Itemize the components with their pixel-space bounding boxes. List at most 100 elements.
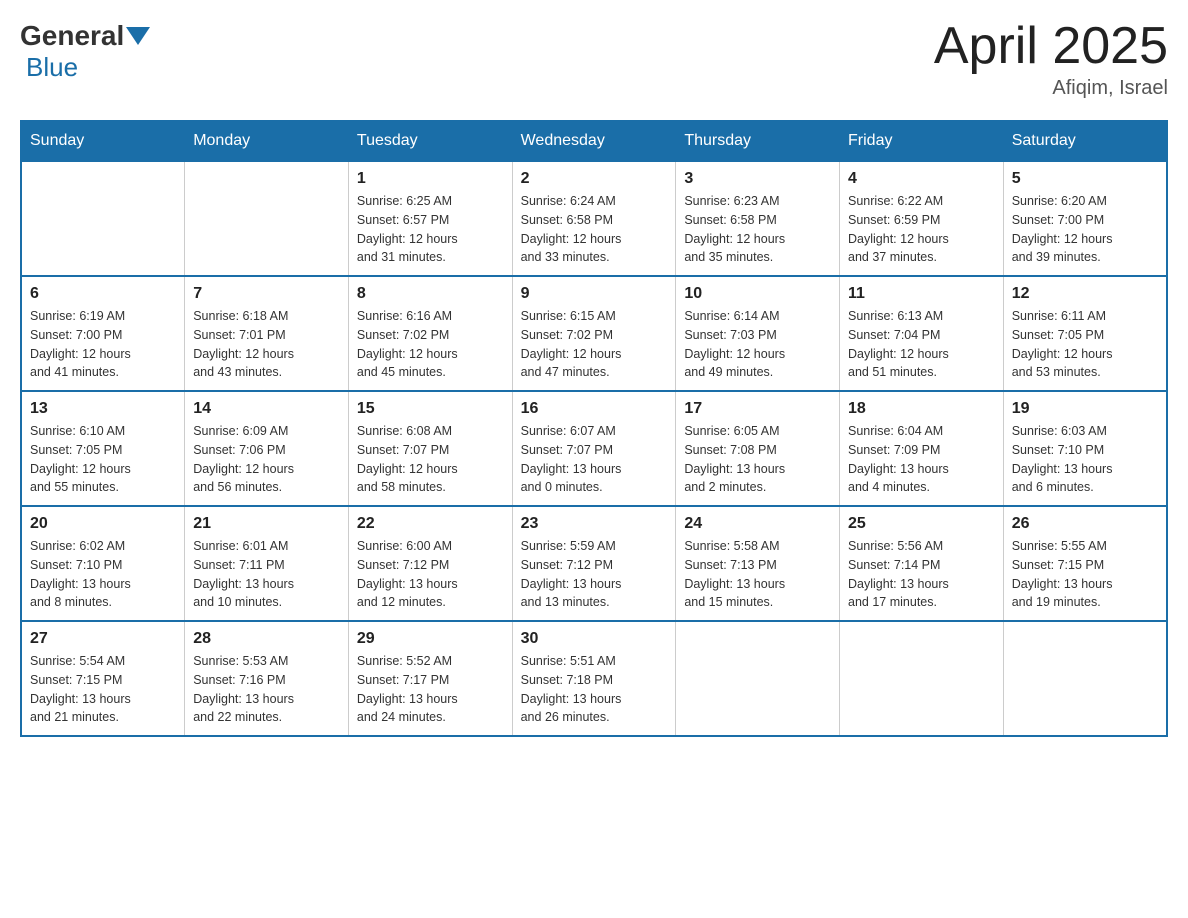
calendar-cell: 17 Sunrise: 6:05 AM Sunset: 7:08 PM Dayli… bbox=[676, 391, 840, 506]
weekday-header-thursday: Thursday bbox=[676, 121, 840, 161]
day-number: 5 bbox=[1012, 170, 1158, 188]
calendar-cell: 9Sunrise: 6:15 AM Sunset: 7:02 PM Daylig… bbox=[512, 276, 676, 391]
day-info: Sunrise: 6:20 AM Sunset: 7:00 PM Dayligh… bbox=[1012, 192, 1158, 267]
day-number: 30 bbox=[521, 630, 668, 648]
day-info: Sunrise: 6:11 AM Sunset: 7:05 PM Dayligh… bbox=[1012, 307, 1158, 382]
day-info: Sunrise: 6:13 AM Sunset: 7:04 PM Dayligh… bbox=[848, 307, 995, 382]
day-number: 11 bbox=[848, 285, 995, 303]
calendar-cell: 11 Sunrise: 6:13 AM Sunset: 7:04 PM Dayli… bbox=[840, 276, 1004, 391]
calendar-cell: 10 Sunrise: 6:14 AM Sunset: 7:03 PM Dayli… bbox=[676, 276, 840, 391]
calendar-cell: 12 Sunrise: 6:11 AM Sunset: 7:05 PM Dayli… bbox=[1003, 276, 1167, 391]
week-row-2: 6Sunrise: 6:19 AM Sunset: 7:00 PM Daylig… bbox=[21, 276, 1167, 391]
calendar-cell: 16 Sunrise: 6:07 AM Sunset: 7:07 PM Dayli… bbox=[512, 391, 676, 506]
weekday-header-row: SundayMondayTuesdayWednesdayThursdayFrid… bbox=[21, 121, 1167, 161]
month-title: April 2025 bbox=[934, 20, 1168, 72]
calendar-cell: 8 Sunrise: 6:16 AM Sunset: 7:02 PM Daylig… bbox=[348, 276, 512, 391]
weekday-header-tuesday: Tuesday bbox=[348, 121, 512, 161]
day-info: Sunrise: 5:55 AM Sunset: 7:15 PM Dayligh… bbox=[1012, 537, 1158, 612]
day-info: Sunrise: 5:58 AM Sunset: 7:13 PM Dayligh… bbox=[684, 537, 831, 612]
day-info: Sunrise: 5:59 AM Sunset: 7:12 PM Dayligh… bbox=[521, 537, 668, 612]
logo-blue-text: Blue bbox=[26, 52, 78, 82]
title-section: April 2025 Afiqim, Israel bbox=[934, 20, 1168, 100]
day-number: 21 bbox=[193, 515, 340, 533]
day-number: 20 bbox=[30, 515, 176, 533]
day-info: Sunrise: 6:14 AM Sunset: 7:03 PM Dayligh… bbox=[684, 307, 831, 382]
logo-general-text: General bbox=[20, 20, 124, 52]
day-info: Sunrise: 6:16 AM Sunset: 7:02 PM Dayligh… bbox=[357, 307, 504, 382]
calendar-cell: 3Sunrise: 6:23 AM Sunset: 6:58 PM Daylig… bbox=[676, 161, 840, 276]
day-number: 18 bbox=[848, 400, 995, 418]
day-info: Sunrise: 6:22 AM Sunset: 6:59 PM Dayligh… bbox=[848, 192, 995, 267]
day-number: 26 bbox=[1012, 515, 1158, 533]
day-number: 4 bbox=[848, 170, 995, 188]
calendar-cell: 25Sunrise: 5:56 AM Sunset: 7:14 PM Dayli… bbox=[840, 506, 1004, 621]
day-number: 17 bbox=[684, 400, 831, 418]
day-info: Sunrise: 6:23 AM Sunset: 6:58 PM Dayligh… bbox=[684, 192, 831, 267]
logo: General Blue bbox=[20, 20, 152, 83]
calendar-cell: 20 Sunrise: 6:02 AM Sunset: 7:10 PM Dayli… bbox=[21, 506, 185, 621]
logo-triangle-icon bbox=[126, 27, 150, 45]
day-number: 27 bbox=[30, 630, 176, 648]
day-number: 23 bbox=[521, 515, 668, 533]
day-number: 28 bbox=[193, 630, 340, 648]
calendar-cell: 22Sunrise: 6:00 AM Sunset: 7:12 PM Dayli… bbox=[348, 506, 512, 621]
calendar-cell: 5 Sunrise: 6:20 AM Sunset: 7:00 PM Daylig… bbox=[1003, 161, 1167, 276]
weekday-header-friday: Friday bbox=[840, 121, 1004, 161]
day-info: Sunrise: 5:51 AM Sunset: 7:18 PM Dayligh… bbox=[521, 652, 668, 727]
calendar-cell: 29Sunrise: 5:52 AM Sunset: 7:17 PM Dayli… bbox=[348, 621, 512, 736]
day-info: Sunrise: 6:24 AM Sunset: 6:58 PM Dayligh… bbox=[521, 192, 668, 267]
calendar-cell: 2 Sunrise: 6:24 AM Sunset: 6:58 PM Daylig… bbox=[512, 161, 676, 276]
week-row-3: 13 Sunrise: 6:10 AM Sunset: 7:05 PM Dayli… bbox=[21, 391, 1167, 506]
day-number: 1 bbox=[357, 170, 504, 188]
calendar-cell: 6Sunrise: 6:19 AM Sunset: 7:00 PM Daylig… bbox=[21, 276, 185, 391]
calendar-cell: 13 Sunrise: 6:10 AM Sunset: 7:05 PM Dayli… bbox=[21, 391, 185, 506]
day-number: 16 bbox=[521, 400, 668, 418]
day-info: Sunrise: 6:07 AM Sunset: 7:07 PM Dayligh… bbox=[521, 422, 668, 497]
calendar-cell: 24 Sunrise: 5:58 AM Sunset: 7:13 PM Dayli… bbox=[676, 506, 840, 621]
day-info: Sunrise: 6:18 AM Sunset: 7:01 PM Dayligh… bbox=[193, 307, 340, 382]
page-header: General Blue April 2025 Afiqim, Israel bbox=[20, 20, 1168, 100]
calendar-cell: 14 Sunrise: 6:09 AM Sunset: 7:06 PM Dayli… bbox=[185, 391, 349, 506]
day-info: Sunrise: 6:05 AM Sunset: 7:08 PM Dayligh… bbox=[684, 422, 831, 497]
day-number: 19 bbox=[1012, 400, 1158, 418]
day-number: 24 bbox=[684, 515, 831, 533]
calendar-cell: 7Sunrise: 6:18 AM Sunset: 7:01 PM Daylig… bbox=[185, 276, 349, 391]
calendar-cell: 30 Sunrise: 5:51 AM Sunset: 7:18 PM Dayli… bbox=[512, 621, 676, 736]
day-info: Sunrise: 6:15 AM Sunset: 7:02 PM Dayligh… bbox=[521, 307, 668, 382]
weekday-header-sunday: Sunday bbox=[21, 121, 185, 161]
day-info: Sunrise: 6:03 AM Sunset: 7:10 PM Dayligh… bbox=[1012, 422, 1158, 497]
day-info: Sunrise: 6:19 AM Sunset: 7:00 PM Dayligh… bbox=[30, 307, 176, 382]
day-info: Sunrise: 5:52 AM Sunset: 7:17 PM Dayligh… bbox=[357, 652, 504, 727]
calendar-cell: 1Sunrise: 6:25 AM Sunset: 6:57 PM Daylig… bbox=[348, 161, 512, 276]
day-number: 8 bbox=[357, 285, 504, 303]
week-row-1: 1Sunrise: 6:25 AM Sunset: 6:57 PM Daylig… bbox=[21, 161, 1167, 276]
week-row-5: 27 Sunrise: 5:54 AM Sunset: 7:15 PM Dayli… bbox=[21, 621, 1167, 736]
day-number: 22 bbox=[357, 515, 504, 533]
day-number: 2 bbox=[521, 170, 668, 188]
calendar-cell: 18 Sunrise: 6:04 AM Sunset: 7:09 PM Dayli… bbox=[840, 391, 1004, 506]
calendar-cell: 15 Sunrise: 6:08 AM Sunset: 7:07 PM Dayli… bbox=[348, 391, 512, 506]
day-info: Sunrise: 5:54 AM Sunset: 7:15 PM Dayligh… bbox=[30, 652, 176, 727]
day-number: 14 bbox=[193, 400, 340, 418]
calendar-cell: 28 Sunrise: 5:53 AM Sunset: 7:16 PM Dayli… bbox=[185, 621, 349, 736]
calendar-cell bbox=[1003, 621, 1167, 736]
day-number: 15 bbox=[357, 400, 504, 418]
weekday-header-wednesday: Wednesday bbox=[512, 121, 676, 161]
calendar-cell bbox=[840, 621, 1004, 736]
day-number: 12 bbox=[1012, 285, 1158, 303]
day-number: 13 bbox=[30, 400, 176, 418]
day-info: Sunrise: 5:56 AM Sunset: 7:14 PM Dayligh… bbox=[848, 537, 995, 612]
day-info: Sunrise: 6:10 AM Sunset: 7:05 PM Dayligh… bbox=[30, 422, 176, 497]
calendar-cell bbox=[676, 621, 840, 736]
day-info: Sunrise: 6:04 AM Sunset: 7:09 PM Dayligh… bbox=[848, 422, 995, 497]
day-info: Sunrise: 6:02 AM Sunset: 7:10 PM Dayligh… bbox=[30, 537, 176, 612]
calendar-cell: 27 Sunrise: 5:54 AM Sunset: 7:15 PM Dayli… bbox=[21, 621, 185, 736]
calendar-cell: 4 Sunrise: 6:22 AM Sunset: 6:59 PM Daylig… bbox=[840, 161, 1004, 276]
calendar-cell: 23 Sunrise: 5:59 AM Sunset: 7:12 PM Dayli… bbox=[512, 506, 676, 621]
calendar-cell: 19 Sunrise: 6:03 AM Sunset: 7:10 PM Dayli… bbox=[1003, 391, 1167, 506]
day-info: Sunrise: 6:08 AM Sunset: 7:07 PM Dayligh… bbox=[357, 422, 504, 497]
day-info: Sunrise: 5:53 AM Sunset: 7:16 PM Dayligh… bbox=[193, 652, 340, 727]
calendar-cell bbox=[21, 161, 185, 276]
day-number: 10 bbox=[684, 285, 831, 303]
day-info: Sunrise: 6:09 AM Sunset: 7:06 PM Dayligh… bbox=[193, 422, 340, 497]
